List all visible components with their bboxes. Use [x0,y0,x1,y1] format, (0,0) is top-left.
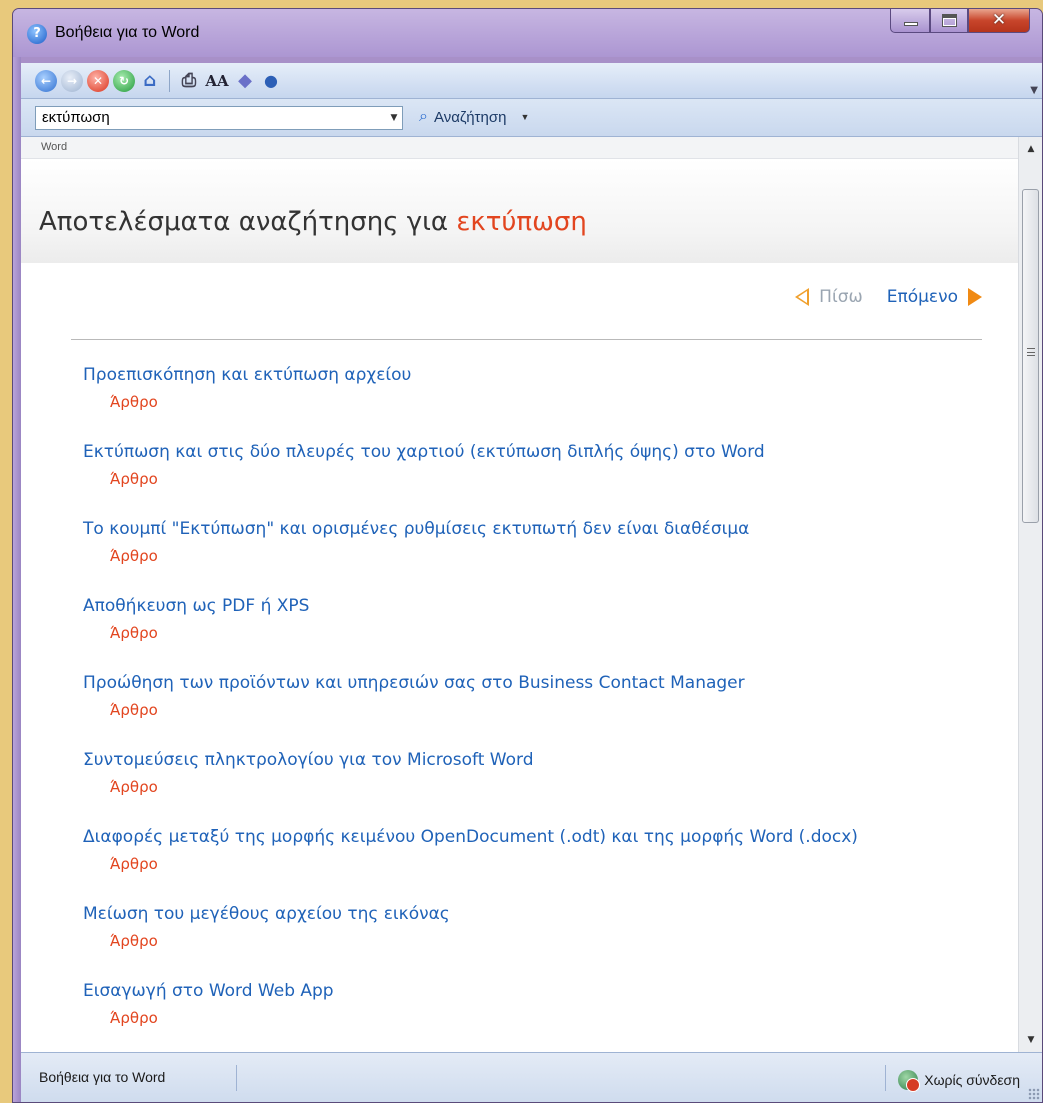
result-type: Άρθρο [110,624,158,642]
result-link[interactable]: Διαφορές μεταξύ της μορφής κειμένου Open… [83,827,1002,847]
help-content: Word Αποτελέσματα αναζήτησης για εκτύπωσ… [21,137,1042,1052]
divider [71,339,982,340]
results-heading-prefix: Αποτελέσματα αναζήτησης για [39,207,449,237]
result-type: Άρθρο [110,932,158,950]
close-button[interactable]: ✕ [968,9,1030,33]
toolbar-separator [169,69,170,92]
chevron-down-icon[interactable]: ▼ [520,112,529,122]
list-item: Μείωση του μεγέθους αρχείου της εικόνας … [83,904,1002,981]
result-link[interactable]: Το κουμπί "Εκτύπωση" και ορισμένες ρυθμί… [83,519,1002,539]
results-header: Αποτελέσματα αναζήτησης για εκτύπωση [21,159,1018,263]
close-icon: ✕ [991,10,1007,30]
results-list: Προεπισκόπηση και εκτύπωση αρχείου Άρθρο… [83,365,1002,1058]
search-icon: ⌕ [419,108,428,125]
help-icon: ? [27,24,47,44]
result-link[interactable]: Προεπισκόπηση και εκτύπωση αρχείου [83,365,1002,385]
list-item: Προώθηση των προϊόντων και υπηρεσιών σας… [83,673,1002,750]
search-button[interactable]: ⌕ Αναζήτηση ▼ [419,108,529,126]
result-link[interactable]: Συντομεύσεις πληκτρολογίου για τον Micro… [83,750,1002,770]
refresh-icon[interactable]: ↻ [113,69,135,92]
next-link[interactable]: Επόμενο [887,287,958,307]
forward-icon[interactable]: → [61,69,83,92]
back-icon[interactable]: ← [35,69,57,92]
home-icon[interactable]: ⌂ [139,70,161,92]
list-item: Εκτύπωση και στις δύο πλευρές του χαρτιο… [83,442,1002,519]
font-size-icon[interactable]: AA [204,70,230,92]
status-scope[interactable]: Βοήθεια για το Word [27,1065,237,1091]
result-link[interactable]: Προώθηση των προϊόντων και υπηρεσιών σας… [83,673,1002,693]
list-item: Προεπισκόπηση και εκτύπωση αρχείου Άρθρο [83,365,1002,442]
vertical-scrollbar[interactable]: ▲ ▼ [1018,137,1042,1052]
result-type: Άρθρο [110,701,158,719]
breadcrumb: Word [21,137,1018,159]
list-item: Το κουμπί "Εκτύπωση" και ορισμένες ρυθμί… [83,519,1002,596]
help-window: ? Βοήθεια για το Word ✕ ← → ✕ ↻ ⌂ ⎙ AA ◆… [12,8,1043,1103]
result-type: Άρθρο [110,393,158,411]
maximize-button[interactable] [930,9,968,33]
list-item: Συντομεύσεις πληκτρολογίου για τον Micro… [83,750,1002,827]
maximize-icon [942,14,957,27]
stop-icon[interactable]: ✕ [87,69,109,92]
result-link[interactable]: Εκτύπωση και στις δύο πλευρές του χαρτιο… [83,442,1002,462]
list-item: Εισαγωγή στο Word Web App Άρθρο [83,981,1002,1058]
result-type: Άρθρο [110,778,158,796]
toolbar-overflow-icon[interactable]: ▼ [1030,85,1038,96]
previous-arrow-icon[interactable] [795,288,810,306]
window-controls: ✕ [890,9,1030,37]
grip-icon [1027,348,1035,356]
window-title: Βοήθεια για το Word [55,24,200,41]
search-dropdown-icon[interactable]: ▼ [386,107,402,129]
title-bar[interactable]: ? Βοήθεια για το Word ✕ [13,9,1042,57]
results-query: εκτύπωση [456,207,587,237]
breadcrumb-item[interactable]: Word [41,141,67,153]
connection-status[interactable]: Χωρίς σύνδεση [885,1065,1020,1092]
search-input[interactable] [42,109,382,126]
list-item: Διαφορές μεταξύ της μορφής κειμένου Open… [83,827,1002,904]
print-icon[interactable]: ⎙ [178,70,200,92]
window-frame [13,57,21,1102]
minimize-button[interactable] [890,9,930,33]
scroll-down-icon[interactable]: ▼ [1019,1030,1042,1050]
search-button-label: Αναζήτηση [433,108,507,126]
status-bar: Βοήθεια για το Word Χωρίς σύνδεση [21,1052,1042,1102]
result-link[interactable]: Εισαγωγή στο Word Web App [83,981,1002,1001]
book-icon[interactable]: ◆ [234,70,256,92]
resize-grip-icon[interactable] [1028,1088,1040,1100]
result-link[interactable]: Μείωση του μεγέθους αρχείου της εικόνας [83,904,1002,924]
pin-icon[interactable]: ● [260,70,282,92]
pager: Πίσω Επόμενο [795,287,982,307]
search-bar: ▼ ⌕ Αναζήτηση ▼ [21,99,1042,137]
list-item: Αποθήκευση ως PDF ή XPS Άρθρο [83,596,1002,673]
previous-link[interactable]: Πίσω [819,287,863,307]
search-field[interactable]: ▼ [35,106,403,130]
page-title: Αποτελέσματα αναζήτησης για εκτύπωση [39,207,587,237]
next-arrow-icon[interactable] [968,288,982,306]
offline-globe-icon [898,1070,921,1092]
result-type: Άρθρο [110,855,158,873]
result-type: Άρθρο [110,547,158,565]
result-type: Άρθρο [110,470,158,488]
minimize-icon [904,22,918,26]
connection-status-label: Χωρίς σύνδεση [924,1072,1020,1088]
result-link[interactable]: Αποθήκευση ως PDF ή XPS [83,596,1002,616]
result-type: Άρθρο [110,1009,158,1027]
scroll-up-icon[interactable]: ▲ [1019,139,1042,159]
toolbar: ← → ✕ ↻ ⌂ ⎙ AA ◆ ● ▼ [21,63,1042,99]
scrollbar-thumb[interactable] [1022,189,1039,523]
